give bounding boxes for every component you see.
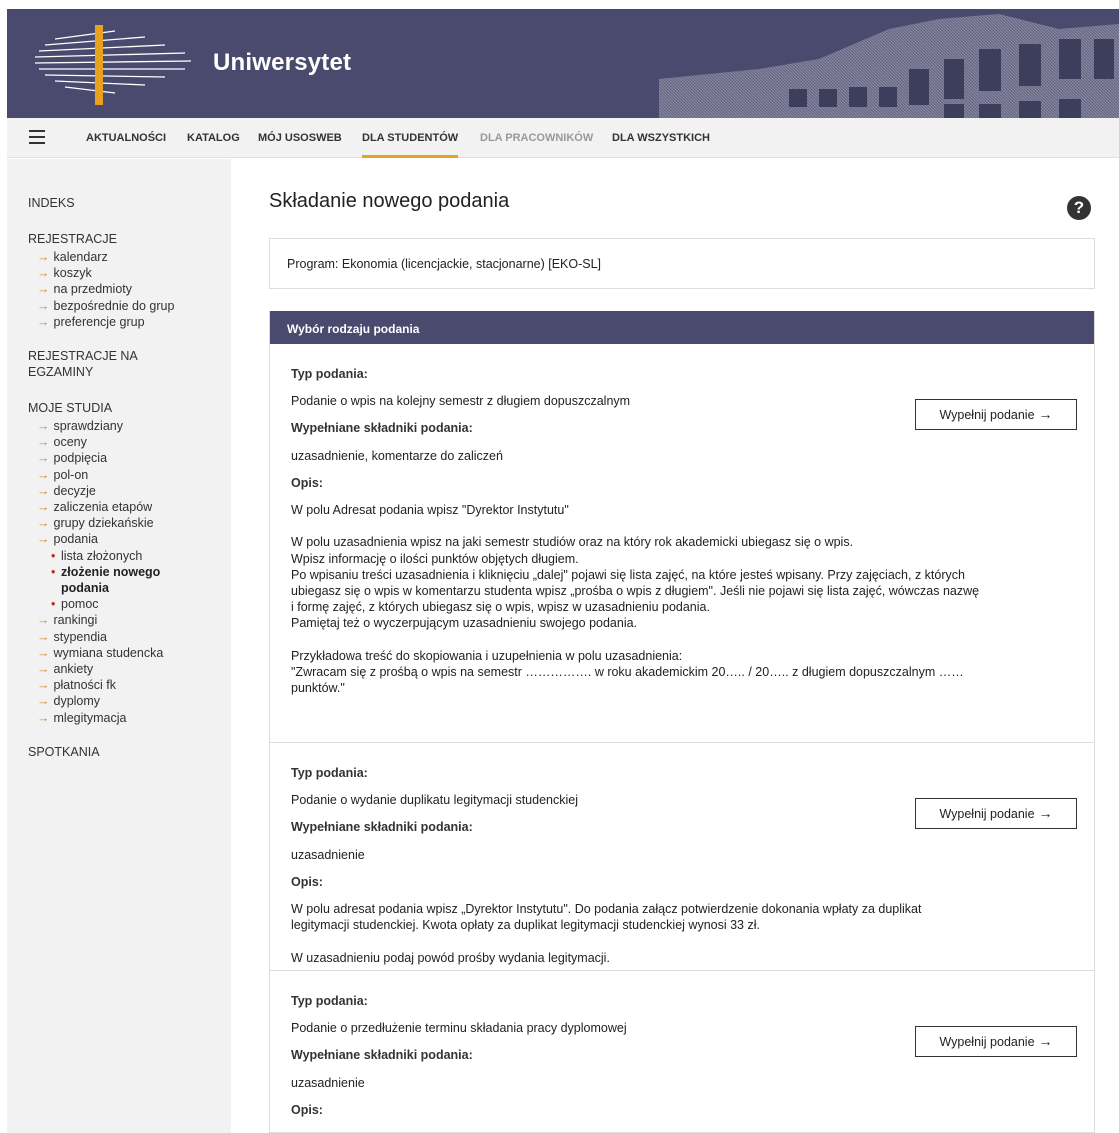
application-entry: Wypełnij podanie → Typ podania: Podanie o… [270,743,1094,971]
sidebar-link[interactable]: → sprawdziany [28,418,231,434]
arrow-right-icon: → [1038,406,1053,422]
components-value: uzasadnienie [291,847,365,862]
application-entry: Wypełnij podanie → Typ podania: Podanie o… [270,344,1094,743]
sidebar-link[interactable]: → zaliczenia etapów [28,499,231,515]
top-navigation: AKTUALNOŚCI KATALOG MÓJ USOSWEB DLA STUD… [7,118,1119,158]
type-label: Typ podania: [291,766,368,780]
university-logo-icon[interactable] [35,17,191,111]
application-type-panel: Wybór rodzaju podania Wypełnij podanie → … [269,311,1095,1133]
arrow-right-icon: → [37,467,50,482]
sidebar-link[interactable]: → preferencje grup [28,314,231,330]
arrow-right-icon: → [37,500,50,515]
bullet-icon: • [51,564,56,579]
arrow-right-icon: → [37,678,50,693]
program-value: Ekonomia (licencjackie, stacjonarne) [EK… [341,257,602,271]
nav-aktualnosci[interactable]: AKTUALNOŚCI [86,118,166,158]
fill-application-button[interactable]: Wypełnij podanie → [915,399,1077,430]
sidebar-sublink-active[interactable]: • złożenie nowego podania [28,564,231,596]
program-label: Program: [287,257,339,271]
type-label: Typ podania: [291,994,368,1008]
sidebar-link[interactable]: → bezpośrednie do grup [28,298,231,314]
description-text: W polu Adresat podania wpisz "Dyrektor I… [291,503,980,696]
arrow-right-icon: → [1038,1033,1053,1049]
sidebar-link[interactable]: → pol-on [28,467,231,483]
fill-application-button[interactable]: Wypełnij podanie → [915,798,1077,829]
sidebar-item-rejestracje[interactable]: REJESTRACJE [28,231,231,247]
page-title: Składanie nowego podania [269,190,510,212]
menu-icon[interactable] [29,130,45,144]
sidebar-link[interactable]: → stypendia [28,629,231,645]
arrow-right-icon: → [37,516,50,531]
type-label: Typ podania: [291,367,368,381]
description-label: Opis: [291,874,323,889]
arrow-right-icon: → [37,314,50,329]
arrow-right-icon: → [37,282,50,297]
sidebar-link[interactable]: → dyplomy [28,693,231,709]
sidebar-sublink[interactable]: • lista złożonych [28,548,231,564]
program-info: Program: Ekonomia (licencjackie, stacjon… [269,238,1095,289]
sidebar-link[interactable]: → mlegitymacja [28,710,231,726]
sidebar-item-spotkania[interactable]: SPOTKANIA [28,744,231,760]
building-illustration-icon [659,14,1119,118]
fill-application-button[interactable]: Wypełnij podanie → [915,1026,1077,1057]
arrow-right-icon: → [1038,805,1053,821]
sidebar-link[interactable]: → rankingi [28,612,231,628]
sidebar-item-indeks[interactable]: INDEKS [28,195,231,211]
nav-dla-studentow[interactable]: DLA STUDENTÓW [362,118,459,158]
nav-katalog[interactable]: KATALOG [187,118,240,158]
sidebar-link[interactable]: → podpięcia [28,450,231,466]
sidebar-link[interactable]: → podania [28,531,231,547]
panel-title: Wybór rodzaju podania [270,311,1094,344]
arrow-right-icon: → [37,629,50,644]
help-icon[interactable]: ? [1067,196,1091,220]
arrow-right-icon: → [37,483,50,498]
sidebar-link[interactable]: → decyzje [28,483,231,499]
arrow-right-icon: → [37,250,50,264]
arrow-right-icon: → [37,451,50,466]
nav-dla-wszystkich[interactable]: DLA WSZYSTKICH [612,118,710,158]
sidebar-sublink[interactable]: • pomoc [28,596,231,612]
description-label: Opis: [291,1102,323,1117]
arrow-right-icon: → [37,645,50,660]
sidebar-link[interactable]: → na przedmioty [28,281,231,297]
components-value: uzasadnienie, komentarze do zaliczeń [291,448,503,463]
arrow-right-icon: → [37,298,50,313]
nav-moj-usosweb[interactable]: MÓJ USOSWEB [258,118,342,158]
description-label: Opis: [291,475,323,490]
arrow-right-icon: → [37,613,50,628]
application-entry: Wypełnij podanie → Typ podania: Podanie o… [270,971,1094,1132]
arrow-right-icon: → [37,662,50,677]
sidebar-link[interactable]: → koszyk [28,265,231,281]
sidebar-item-rejestracje-na-egzaminy[interactable]: REJESTRACJE NA EGZAMINY [28,348,231,380]
bullet-icon: • [51,548,56,563]
arrow-right-icon: → [37,266,50,281]
sidebar-link[interactable]: → oceny [28,434,231,450]
arrow-right-icon: → [37,532,50,547]
description-text: W polu adresat podania wpisz „Dyrektor I… [291,902,922,965]
components-value: uzasadnienie [291,1075,365,1090]
sidebar-link[interactable]: → wymiana studencka [28,645,231,661]
brand-title[interactable]: Uniwersytet [213,49,351,77]
main-content: Składanie nowego podania [269,190,1095,233]
sidebar-link[interactable]: → grupy dziekańskie [28,515,231,531]
sidebar-item-moje-studia[interactable]: MOJE STUDIA [28,400,231,416]
arrow-right-icon: → [37,419,50,434]
sidebar-link[interactable]: → płatności fk [28,677,231,693]
arrow-right-icon: → [37,694,50,709]
arrow-right-icon: → [37,710,50,725]
sidebar-link[interactable]: → kalendarz [28,249,231,265]
sidebar: INDEKS REJESTRACJE → kalendarz → koszyk → n… [7,159,231,1133]
bullet-icon: • [51,597,56,612]
sidebar-link[interactable]: → ankiety [28,661,231,677]
site-header: Uniwersytet [7,9,1119,118]
arrow-right-icon: → [37,435,50,450]
nav-dla-pracownikow[interactable]: DLA PRACOWNIKÓW [480,118,593,158]
